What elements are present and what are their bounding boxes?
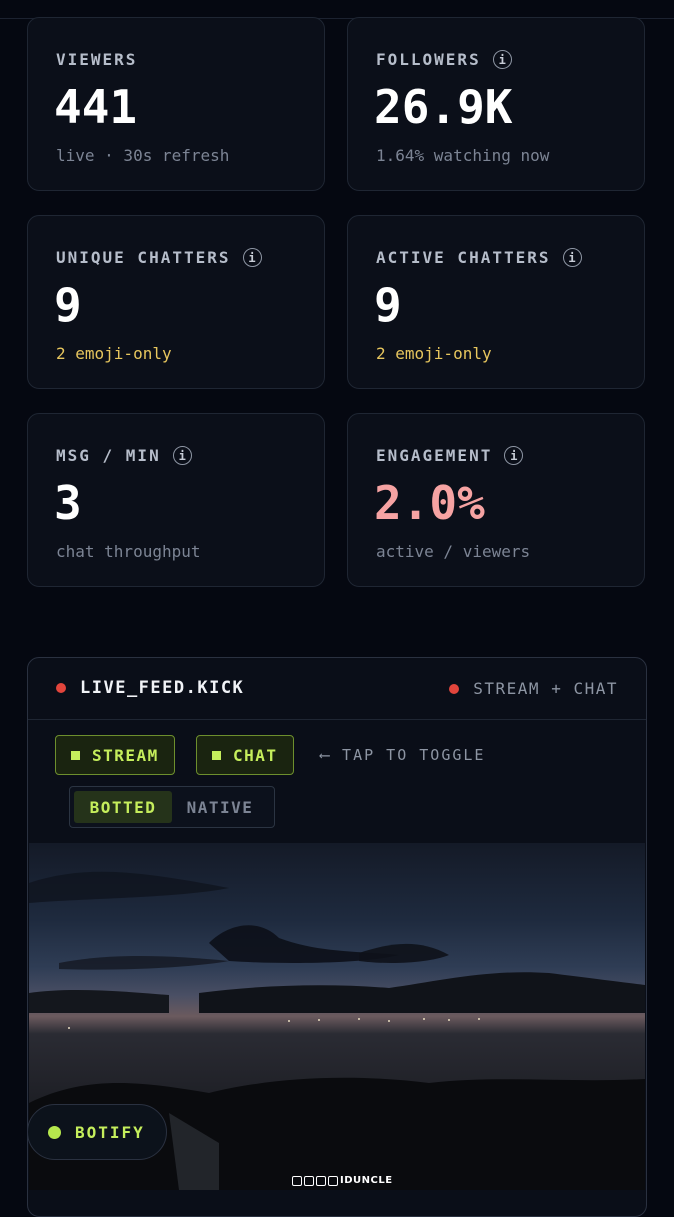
status-dot-icon	[48, 1125, 61, 1139]
info-icon[interactable]: i	[562, 248, 582, 267]
stat-subtext: 1.64% watching now	[376, 146, 550, 165]
botify-button[interactable]: BOTIFY	[27, 1104, 167, 1160]
stat-value: 3	[54, 476, 82, 530]
square-icon	[212, 750, 221, 760]
stat-card-engagement: ENGAGEMENT i 2.0% active / viewers	[347, 413, 645, 587]
stream-toggle-button[interactable]: STREAM	[55, 735, 175, 775]
live-feed-header: LIVE_FEED.KICK STREAM + CHAT	[28, 658, 646, 720]
stat-value: 2.0%	[374, 476, 485, 530]
recording-dot-icon	[449, 683, 460, 694]
seg-native[interactable]: NATIVE	[172, 791, 268, 823]
chat-toggle-button[interactable]: CHAT	[196, 735, 294, 775]
stat-label: VIEWERS	[56, 50, 138, 69]
info-icon[interactable]: i	[504, 446, 524, 465]
stat-subtext: active / viewers	[376, 542, 531, 561]
social-icon	[316, 1175, 326, 1186]
stat-value: 9	[374, 278, 402, 332]
square-icon	[71, 750, 80, 760]
botted-native-switch[interactable]: BOTTED NATIVE	[69, 786, 275, 828]
stat-subtext: chat throughput	[56, 542, 201, 561]
seg-botted[interactable]: BOTTED	[74, 791, 172, 823]
info-icon[interactable]: i	[242, 248, 262, 267]
info-icon[interactable]: i	[492, 50, 512, 69]
stat-label: UNIQUE CHATTERS i	[56, 248, 262, 267]
stat-card-viewers: VIEWERS 441 live · 30s refresh	[27, 17, 325, 191]
stat-label: MSG / MIN i	[56, 446, 192, 465]
stat-subtext: 2 emoji-only	[376, 344, 492, 363]
info-icon[interactable]: i	[172, 446, 192, 465]
stat-card-unique-chatters: UNIQUE CHATTERS i 9 2 emoji-only	[27, 215, 325, 389]
stat-subtext: 2 emoji-only	[56, 344, 172, 363]
stat-card-active-chatters: ACTIVE CHATTERS i 9 2 emoji-only	[347, 215, 645, 389]
feed-mode-indicator: STREAM + CHAT	[449, 679, 618, 698]
social-icon	[304, 1175, 314, 1186]
live-feed-title: LIVE_FEED.KICK	[56, 678, 244, 698]
stat-label: ENGAGEMENT i	[376, 446, 524, 465]
stat-label: FOLLOWERS i	[376, 50, 512, 69]
social-icon	[292, 1175, 302, 1186]
stat-value: 441	[54, 80, 138, 134]
creator-watermark: IDUNCLE	[292, 1175, 393, 1186]
stat-value: 9	[54, 278, 82, 332]
stat-card-msg-per-min: MSG / MIN i 3 chat throughput	[27, 413, 325, 587]
tap-to-toggle-hint: ⟵ TAP TO TOGGLE	[320, 746, 486, 764]
stat-label: ACTIVE CHATTERS i	[376, 248, 582, 267]
social-icon	[328, 1175, 338, 1186]
stat-subtext: live · 30s refresh	[56, 146, 230, 165]
stat-value: 26.9K	[374, 80, 513, 134]
live-dot-icon	[56, 683, 66, 693]
stat-card-followers: FOLLOWERS i 26.9K 1.64% watching now	[347, 17, 645, 191]
